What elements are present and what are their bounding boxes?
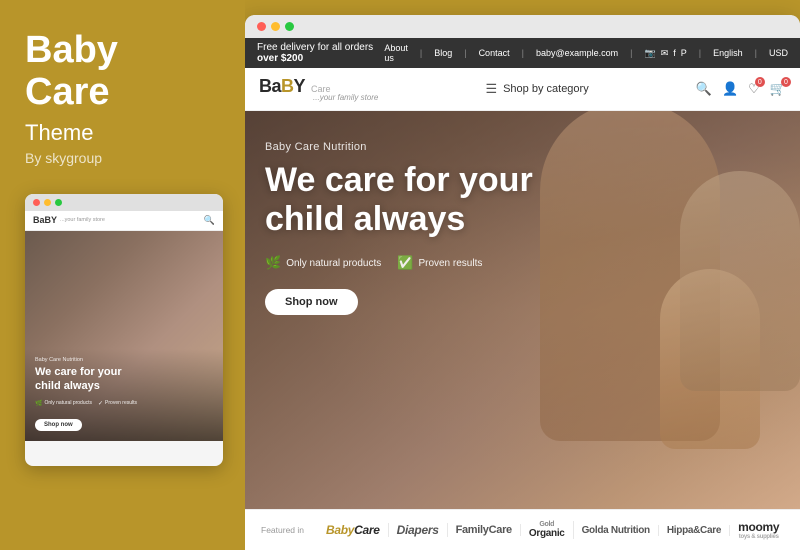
mini-hero: Baby Care Nutrition We care for your chi…: [25, 231, 223, 441]
mini-dot-red: [33, 199, 40, 206]
brand-babycare: BabyCare: [318, 523, 389, 537]
mini-badges: 🌿 Only natural products ✓ Proven results: [35, 400, 213, 407]
proven-label: Proven results: [418, 258, 482, 269]
brand-familycare: FamilyCare: [448, 524, 521, 536]
hamburger-icon[interactable]: ☰: [485, 81, 497, 97]
mini-badge-proven: ✓ Proven results: [98, 400, 137, 407]
mini-browser-content: BaBY ...your family store 🔍 Baby Care Nu…: [25, 211, 223, 466]
brand-goldorganic-text: Gold Organic: [529, 521, 565, 539]
mini-topbar: BaBY ...your family store 🔍: [25, 211, 223, 231]
promo-highlight: over $200: [257, 53, 303, 64]
hero-badge-natural: 🌿 Only natural products: [265, 255, 381, 271]
cart-badge: 0: [781, 77, 791, 87]
mini-hero-overlay: Baby Care Nutrition We care for your chi…: [25, 349, 223, 441]
brand-goldanutrition: Golda Nutrition: [574, 525, 659, 536]
social-icons: 📷 ✉ f P: [644, 48, 686, 59]
site-logo: BaBY Care ...your family store: [259, 76, 378, 102]
mini-logo-text: BaBY: [33, 216, 57, 225]
hero-heading: We care for your child always: [265, 161, 533, 239]
cart-icon[interactable]: 🛒 0: [770, 81, 786, 97]
brand-title: Baby Care: [25, 30, 118, 114]
proven-icon: ✅: [397, 255, 413, 271]
brand-hippa: Hippa&Care: [659, 525, 730, 536]
dot-yellow: [271, 22, 280, 31]
brand-moomy: moomy toys & supplies: [730, 520, 787, 540]
brand-by: By skygroup: [25, 150, 102, 166]
browser-chrome: [245, 15, 800, 38]
email-display: baby@example.com: [536, 48, 618, 58]
natural-icon: 🌿: [265, 255, 281, 271]
brand-hippa-text: Hippa&Care: [667, 525, 721, 536]
mini-proven-icon: ✓: [98, 400, 103, 407]
nav-center: ☰ Shop by category: [485, 81, 588, 97]
nav-icons: 🔍 👤 ♡ 0 🛒 0: [696, 81, 786, 97]
promo-bar: Free delivery for all orders over $200 A…: [245, 38, 800, 68]
promo-bar-text: Free delivery for all orders over $200: [257, 42, 384, 64]
search-icon[interactable]: 🔍: [696, 81, 712, 97]
twitter-icon[interactable]: ✉: [661, 48, 669, 59]
brand-subtitle: Theme: [25, 120, 93, 146]
brand-goldanutrition-text: Golda Nutrition: [582, 525, 650, 536]
brand-diapers-text: Diapers: [397, 523, 439, 537]
brand-babycare-text: BabyCare: [326, 523, 380, 537]
mini-browser: BaBY ...your family store 🔍 Baby Care Nu…: [25, 194, 223, 466]
mini-browser-bar: [25, 194, 223, 211]
brand-diapers: Diapers: [389, 523, 448, 537]
hero-section-label: Baby Care Nutrition: [265, 141, 533, 153]
featured-label: Featured in: [261, 525, 304, 535]
account-icon[interactable]: 👤: [722, 81, 738, 97]
dot-green: [285, 22, 294, 31]
facebook-icon[interactable]: f: [673, 48, 676, 58]
mini-section-label: Baby Care Nutrition: [35, 357, 213, 363]
nav-bar: BaBY Care ...your family store ☰ Shop by…: [245, 68, 800, 111]
promo-bar-right: About us | Blog | Contact | baby@example…: [384, 43, 788, 63]
mini-logo: BaBY ...your family store: [33, 216, 105, 225]
contact-link[interactable]: Contact: [479, 48, 510, 58]
brand-familycare-text: FamilyCare: [456, 524, 512, 536]
language-selector[interactable]: English: [713, 48, 743, 58]
blog-link[interactable]: Blog: [434, 48, 452, 58]
hero-content: Baby Care Nutrition We care for your chi…: [265, 141, 533, 315]
dot-red: [257, 22, 266, 31]
shop-now-button[interactable]: Shop now: [265, 289, 358, 315]
about-us-link[interactable]: About us: [384, 43, 408, 63]
mini-natural-icon: 🌿: [35, 400, 42, 407]
mini-dot-yellow: [44, 199, 51, 206]
mini-search-icon: 🔍: [204, 215, 215, 226]
brand-goldorganic: Gold Organic: [521, 521, 574, 539]
hero-badges: 🌿 Only natural products ✅ Proven results: [265, 255, 533, 271]
brands-bar: Featured in BabyCare Diapers FamilyCare …: [245, 509, 800, 550]
mini-heading: We care for your child always: [35, 366, 213, 394]
right-panel: Free delivery for all orders over $200 A…: [245, 15, 800, 550]
wishlist-badge: 0: [755, 77, 765, 87]
natural-label: Only natural products: [286, 258, 381, 269]
mini-logo-sub: ...your family store: [60, 217, 105, 223]
mini-shop-button[interactable]: Shop now: [35, 419, 82, 431]
wishlist-icon[interactable]: ♡ 0: [748, 81, 760, 97]
shop-by-category[interactable]: Shop by category: [503, 83, 589, 95]
left-panel: Baby Care Theme By skygroup BaBY ...your…: [0, 0, 245, 550]
currency-selector[interactable]: USD: [769, 48, 788, 58]
instagram-icon[interactable]: 📷: [644, 48, 655, 59]
hero-section: Baby Care Nutrition We care for your chi…: [245, 111, 800, 509]
brand-moomy-text: moomy toys & supplies: [738, 520, 779, 540]
mini-dot-green: [55, 199, 62, 206]
figure-child2: [680, 171, 800, 391]
logo-tagline: ...your family store: [313, 94, 378, 102]
logo-text: BaBY: [259, 76, 305, 97]
pinterest-icon[interactable]: P: [681, 48, 687, 58]
mini-badge-natural: 🌿 Only natural products: [35, 400, 92, 407]
hero-badge-proven: ✅ Proven results: [397, 255, 482, 271]
